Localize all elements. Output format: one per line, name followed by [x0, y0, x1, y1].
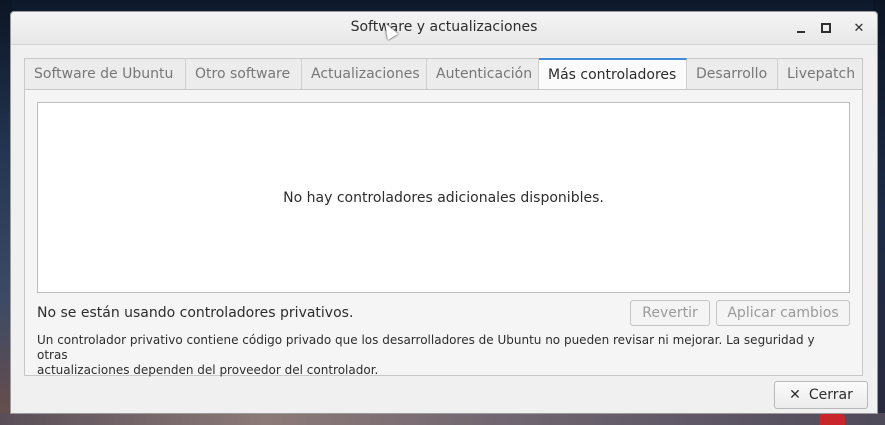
tab-mas-controladores[interactable]: Más controladores	[539, 58, 687, 89]
tab-desarrollo[interactable]: Desarrollo	[687, 59, 778, 89]
maximize-icon	[821, 23, 831, 33]
revert-button[interactable]: Revertir	[630, 300, 710, 326]
software-updates-window: Software y actualizaciones ✕ Software de…	[10, 11, 878, 414]
close-x-icon: ✕	[789, 387, 801, 403]
note-line-1: Un controlador privativo contiene código…	[37, 333, 815, 362]
driver-status-text: No se están usando controladores privati…	[37, 305, 354, 321]
close-button[interactable]: ✕ Cerrar	[774, 381, 868, 409]
desktop-decoration	[819, 413, 845, 425]
minimize-button[interactable]	[791, 18, 811, 38]
minimize-icon	[797, 31, 805, 33]
tab-otro-software[interactable]: Otro software	[186, 59, 302, 89]
tab-software-de-ubuntu[interactable]: Software de Ubuntu	[25, 59, 186, 89]
note-line-2: actualizaciones dependen del proveedor d…	[37, 363, 379, 377]
maximize-button[interactable]	[816, 18, 836, 38]
apply-changes-button[interactable]: Aplicar cambios	[716, 300, 850, 326]
tab-autenticacion[interactable]: Autenticación	[427, 59, 539, 89]
window-title: Software y actualizaciones	[350, 19, 538, 35]
desktop-background-bottom	[0, 413, 885, 425]
proprietary-driver-note: Un controlador privativo contiene código…	[37, 333, 837, 378]
empty-drivers-message: No hay controladores adicionales disponi…	[283, 189, 604, 206]
close-window-button[interactable]: ✕	[849, 18, 869, 38]
tab-actualizaciones[interactable]: Actualizaciones	[302, 59, 427, 89]
settings-notebook: Software de Ubuntu Otro software Actuali…	[24, 58, 863, 378]
drivers-list: No hay controladores adicionales disponi…	[37, 102, 850, 293]
tab-bar: Software de Ubuntu Otro software Actuali…	[25, 58, 862, 90]
tab-livepatch[interactable]: Livepatch	[778, 59, 862, 89]
titlebar[interactable]: Software y actualizaciones ✕	[11, 12, 877, 45]
close-icon: ✕	[853, 20, 865, 36]
close-button-label: Cerrar	[808, 387, 853, 403]
